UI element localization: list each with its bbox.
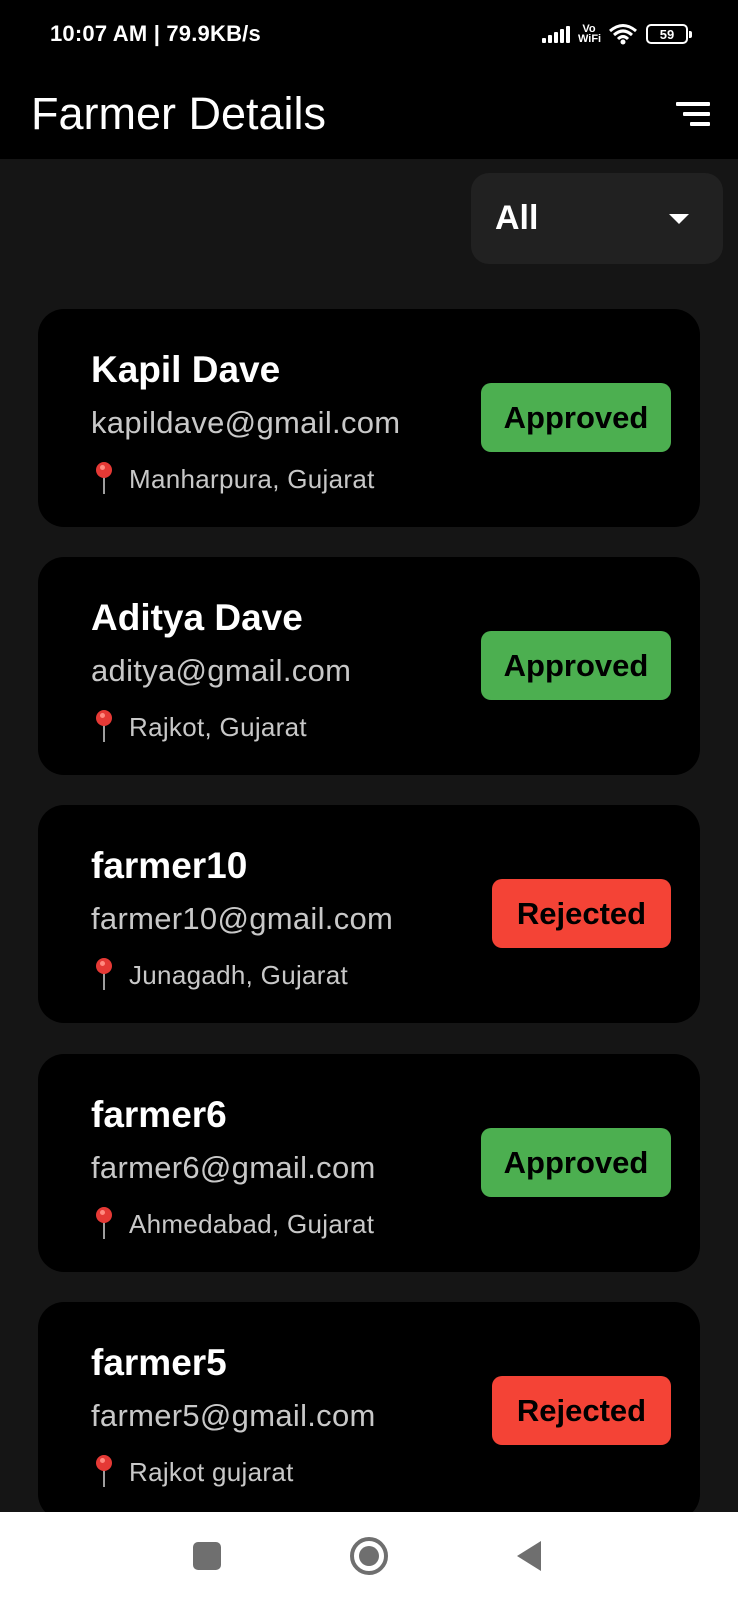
farmer-name: farmer6 — [91, 1094, 227, 1135]
dropdown-arrow-icon — [669, 213, 689, 224]
recents-button[interactable] — [183, 1532, 231, 1580]
status-filter-dropdown[interactable]: All — [471, 173, 723, 264]
farmer-email: kapildave@gmail.com — [91, 405, 401, 440]
battery-icon: 59 — [646, 24, 692, 44]
status-icons: Vo WiFi 59 — [542, 23, 692, 45]
farmer-email: farmer10@gmail.com — [91, 901, 394, 936]
recents-icon — [193, 1542, 221, 1570]
farmer-location: Rajkot, Gujarat — [91, 710, 307, 744]
location-pin-icon — [91, 958, 117, 992]
back-button[interactable] — [505, 1532, 553, 1580]
status-time-speed: 10:07 AM | 79.9KB/s — [50, 21, 261, 46]
farmer-location: Junagadh, Gujarat — [91, 958, 348, 992]
app-bar: Farmer Details — [0, 68, 738, 159]
farmer-name: Aditya Dave — [91, 597, 303, 638]
farmer-email: farmer5@gmail.com — [91, 1398, 376, 1433]
status-badge: Rejected — [492, 1376, 671, 1445]
farmer-location: Manharpura, Gujarat — [91, 462, 375, 496]
home-icon — [350, 1537, 388, 1575]
farmer-card[interactable]: farmer6 farmer6@gmail.com Ahmedabad, Guj… — [38, 1054, 700, 1272]
sort-icon[interactable] — [670, 94, 710, 134]
farmer-location: Ahmedabad, Gujarat — [91, 1207, 374, 1241]
page-title: Farmer Details — [31, 87, 327, 139]
farmer-location-text: Rajkot, Gujarat — [129, 711, 307, 742]
wifi-icon — [609, 24, 637, 45]
status-badge: Rejected — [492, 879, 671, 948]
status-badge: Approved — [481, 1128, 671, 1197]
farmer-name: Kapil Dave — [91, 349, 281, 390]
status-badge: Approved — [481, 383, 671, 452]
farmer-location-text: Manharpura, Gujarat — [129, 463, 375, 494]
farmer-card[interactable]: farmer5 farmer5@gmail.com Rajkot gujarat… — [38, 1302, 700, 1520]
filter-selected-value: All — [495, 199, 539, 237]
system-nav-bar — [0, 1512, 738, 1600]
farmer-email: aditya@gmail.com — [91, 653, 352, 688]
location-pin-icon — [91, 1207, 117, 1241]
vowifi-icon: Vo WiFi — [578, 23, 602, 45]
location-pin-icon — [91, 1455, 117, 1489]
farmer-card[interactable]: Kapil Dave kapildave@gmail.com Manharpur… — [38, 309, 700, 527]
back-icon — [517, 1541, 541, 1571]
farmer-email: farmer6@gmail.com — [91, 1150, 376, 1185]
status-badge: Approved — [481, 631, 671, 700]
farmer-card[interactable]: Aditya Dave aditya@gmail.com Rajkot, Guj… — [38, 557, 700, 775]
location-pin-icon — [91, 710, 117, 744]
farmer-location-text: Rajkot gujarat — [129, 1456, 294, 1487]
farmer-location: Rajkot gujarat — [91, 1455, 294, 1489]
farmer-card[interactable]: farmer10 farmer10@gmail.com Junagadh, Gu… — [38, 805, 700, 1023]
farmer-location-text: Junagadh, Gujarat — [129, 959, 349, 990]
farmer-name: farmer5 — [91, 1342, 227, 1383]
signal-icon — [542, 25, 570, 43]
location-pin-icon — [91, 462, 117, 496]
status-bar: 10:07 AM | 79.9KB/s Vo WiFi 59 — [0, 0, 738, 68]
home-button[interactable] — [345, 1532, 393, 1580]
farmer-location-text: Ahmedabad, Gujarat — [129, 1208, 375, 1239]
farmer-name: farmer10 — [91, 845, 248, 886]
